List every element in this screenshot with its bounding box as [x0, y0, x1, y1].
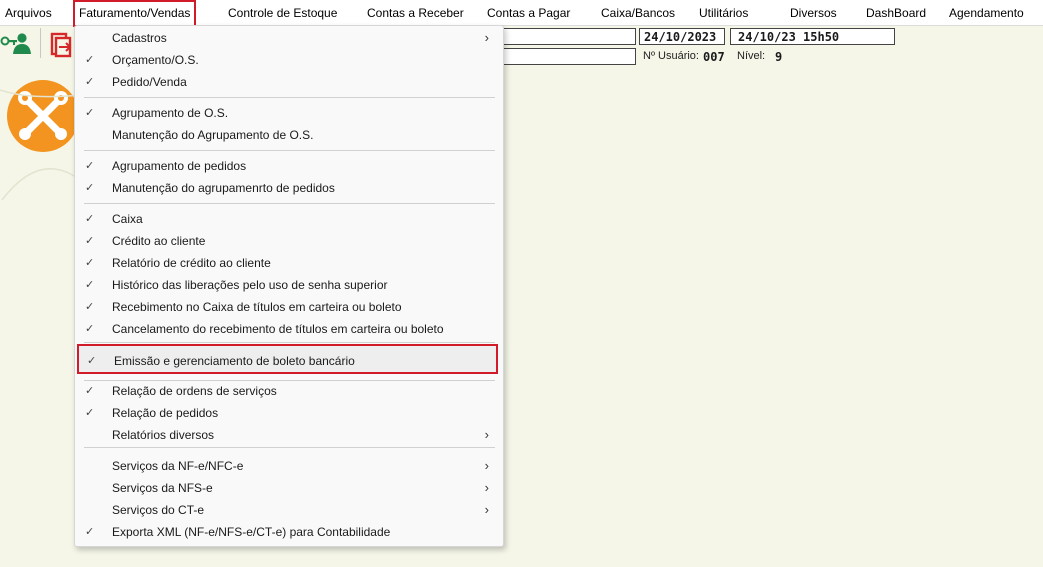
menu-item[interactable]: ✓ Caixa: [75, 208, 503, 230]
secondary-field: [502, 48, 636, 65]
menu-item-label: Relação de ordens de serviços: [112, 384, 277, 398]
menu-item-label: Cancelamento do recebimento de títulos e…: [112, 322, 444, 336]
menu-bar: Arquivos Faturamento/Vendas Controle de …: [0, 0, 1043, 27]
background-decoration: [0, 89, 80, 200]
menu-item-label: Manutenção do Agrupamento de O.S.: [112, 128, 314, 142]
chevron-right-icon: ›: [484, 480, 489, 495]
menu-item-label: Relatórios diversos: [112, 428, 215, 442]
menu-item-label: Recebimento no Caixa de títulos em carte…: [112, 300, 402, 314]
menu-item-label: Crédito ao cliente: [112, 234, 206, 248]
date-field: 24/10/2023: [639, 28, 725, 45]
toolbar-divider: [40, 28, 41, 58]
menu-separator: [84, 203, 495, 204]
menu-separator: [84, 150, 495, 151]
menu-item[interactable]: ✓ Crédito ao cliente: [75, 230, 503, 252]
faturamento-dropdown: Cadastros › ✓ Orçamento/O.S. ✓ Pedido/Venda ✓ A…: [74, 25, 504, 547]
checkmark-icon: ✓: [85, 213, 95, 225]
menu-item[interactable]: Manutenção do Agrupamento de O.S.: [75, 124, 503, 146]
menu-item[interactable]: ✓ Relação de ordens de serviços: [75, 380, 503, 402]
level-label: Nível:: [737, 50, 766, 62]
chevron-right-icon: ›: [484, 30, 489, 45]
checkmark-icon: ✓: [85, 182, 95, 194]
key-user-icon[interactable]: [0, 30, 34, 58]
menu-item-label: Histórico das liberações pelo uso de sen…: [112, 278, 388, 292]
chevron-right-icon: ›: [484, 427, 489, 442]
menu-contas-pagar[interactable]: Contas a Pagar: [487, 0, 570, 25]
menu-utilitarios[interactable]: Utilitários: [699, 0, 748, 25]
chevron-right-icon: ›: [484, 458, 489, 473]
menu-item[interactable]: ✓ Agrupamento de pedidos: [75, 155, 503, 177]
menu-item[interactable]: ✓ Orçamento/O.S.: [75, 49, 503, 71]
menu-item[interactable]: ✓ Cancelamento do recebimento de títulos …: [75, 318, 503, 340]
menu-item[interactable]: ✓ Manutenção do agrupamenrto de pedidos: [75, 177, 503, 199]
menu-item[interactable]: ✓ Relatório de crédito ao cliente: [75, 252, 503, 274]
datetime-field: 24/10/23 15h50: [730, 28, 895, 45]
checkmark-icon: ✓: [85, 323, 95, 335]
checkmark-icon: ✓: [85, 76, 95, 88]
menu-item-label: Manutenção do agrupamenrto de pedidos: [112, 181, 335, 195]
menu-item-label: Caixa: [112, 212, 143, 226]
menu-caixa-bancos[interactable]: Caixa/Bancos: [601, 0, 675, 25]
menu-item-label: Agrupamento de pedidos: [112, 159, 247, 173]
menu-item-label: Serviços da NFS-e: [112, 481, 213, 495]
menu-item-label: Cadastros: [112, 31, 167, 45]
level-value: 9: [775, 50, 783, 64]
menu-item[interactable]: ✓ Histórico das liberações pelo uso de se…: [75, 274, 503, 296]
checkmark-icon: ✓: [85, 257, 95, 269]
checkmark-icon: ✓: [85, 160, 95, 172]
checkmark-icon: ✓: [85, 235, 95, 247]
menu-item-emissao-boleto[interactable]: ✓ Emissão e gerenciamento de boleto bancá…: [77, 344, 498, 374]
checkmark-icon: ✓: [85, 54, 95, 66]
menu-dashboard[interactable]: DashBoard: [866, 0, 926, 25]
checkmark-icon: ✓: [85, 301, 95, 313]
menu-controle-estoque[interactable]: Controle de Estoque: [228, 0, 337, 25]
checkmark-icon: ✓: [87, 355, 97, 367]
menu-agendamento[interactable]: Agendamento: [949, 0, 1024, 25]
menu-item[interactable]: ✓ Pedido/Venda: [75, 71, 503, 93]
chevron-right-icon: ›: [484, 502, 489, 517]
menu-item-label: Relatório de crédito ao cliente: [112, 256, 271, 270]
menu-faturamento-vendas[interactable]: Faturamento/Vendas: [73, 0, 197, 27]
menu-separator: [84, 342, 495, 343]
checkmark-icon: ✓: [85, 279, 95, 291]
user-number-value: 007: [703, 50, 725, 64]
checkmark-icon: ✓: [85, 107, 95, 119]
checkmark-icon: ✓: [85, 526, 95, 538]
menu-item[interactable]: Serviços da NF-e/NFC-e ›: [75, 455, 503, 477]
company-field: [502, 28, 636, 45]
menu-item[interactable]: Serviços do CT-e ›: [75, 499, 503, 521]
menu-item[interactable]: ✓ Exporta XML (NF-e/NFS-e/CT-e) para Cont…: [75, 521, 503, 543]
menu-item[interactable]: ✓ Agrupamento de O.S.: [75, 102, 503, 124]
menu-item-label: Emissão e gerenciamento de boleto bancár…: [114, 354, 355, 368]
menu-arquivos[interactable]: Arquivos: [5, 0, 52, 25]
menu-item[interactable]: ✓ Recebimento no Caixa de títulos em cart…: [75, 296, 503, 318]
menu-separator: [84, 97, 495, 98]
menu-item-label: Serviços da NF-e/NFC-e: [112, 459, 244, 473]
menu-item[interactable]: ✓ Relação de pedidos: [75, 402, 503, 424]
menu-item-label: Exporta XML (NF-e/NFS-e/CT-e) para Conta…: [112, 525, 391, 539]
menu-diversos[interactable]: Diversos: [790, 0, 837, 25]
menu-item-label: Relação de pedidos: [112, 406, 219, 420]
menu-item-label: Agrupamento de O.S.: [112, 106, 229, 120]
checkmark-icon: ✓: [85, 385, 95, 397]
checkmark-icon: ✓: [85, 407, 95, 419]
menu-item-label: Pedido/Venda: [112, 75, 187, 89]
menu-item[interactable]: Relatórios diversos ›: [75, 424, 503, 446]
menu-item-label: Orçamento/O.S.: [112, 53, 199, 67]
menu-item[interactable]: Cadastros ›: [75, 27, 503, 49]
exit-door-icon[interactable]: [50, 30, 76, 60]
menu-separator: [84, 447, 495, 448]
menu-contas-receber[interactable]: Contas a Receber: [367, 0, 464, 25]
user-number-label: Nº Usuário:: [643, 50, 699, 62]
menu-item[interactable]: Serviços da NFS-e ›: [75, 477, 503, 499]
menu-item-label: Serviços do CT-e: [112, 503, 205, 517]
